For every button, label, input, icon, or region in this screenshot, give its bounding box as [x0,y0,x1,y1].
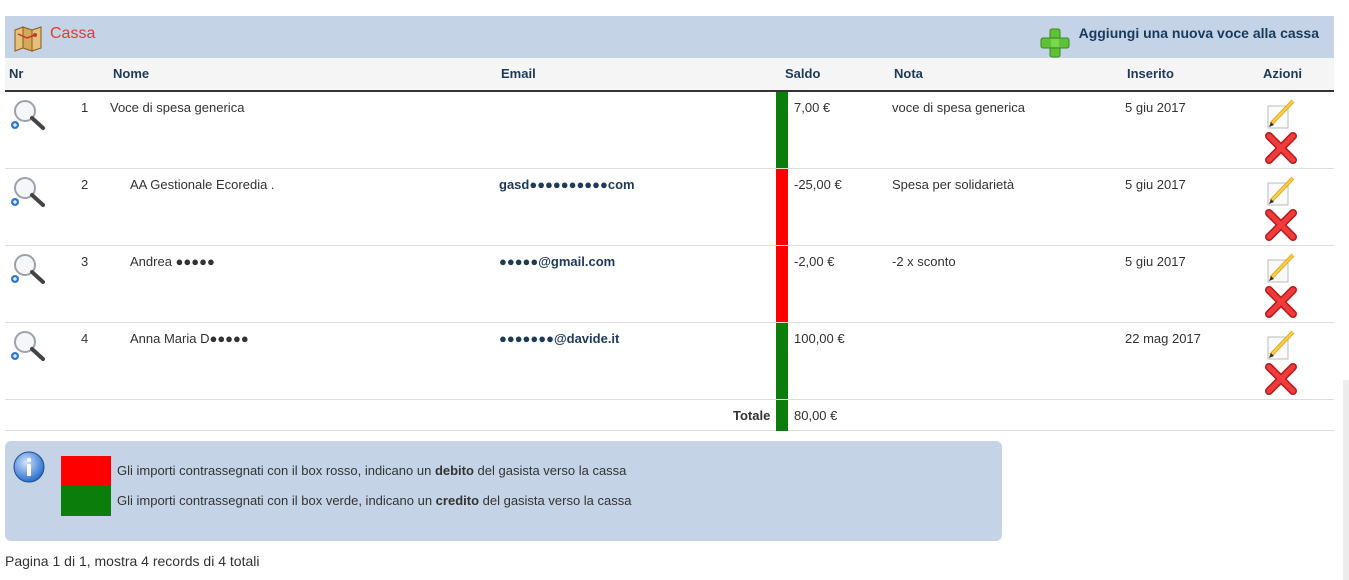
row-inserito: 5 giu 2017 [1125,177,1186,192]
row-nota: Spesa per solidarietà [892,177,1015,192]
row-nome: AA Gestionale Ecoredia . [130,177,275,192]
debit-color-swatch [61,456,111,486]
plus-icon [1040,28,1070,58]
row-saldo: -2,00 € [794,254,835,269]
row-email: ●●●●●@gmail.com [499,254,616,269]
table-header: Nr Nome Email Saldo Nota Inserito Azioni [5,58,1334,92]
page-title: Cassa [50,25,96,42]
saldo-status-bar [776,323,788,399]
map-icon [14,26,42,52]
column-azioni: Azioni [1263,66,1302,81]
add-entry-label: Aggiungi una nuova voce alla cassa [1078,25,1319,41]
row-nome: Anna Maria D●●●●● [130,331,249,346]
row-email: gasd●●●●●●●●●●com [499,177,635,192]
row-saldo: -25,00 € [794,177,842,192]
row-nr: 4 [81,331,89,346]
row-nome: Andrea ●●●●● [130,254,215,269]
delete-icon[interactable] [1264,132,1298,164]
legend-credit-text: Gli importi contrassegnati con il box ve… [117,493,632,508]
row-saldo: 7,00 € [794,100,831,115]
row-inserito: 5 giu 2017 [1125,254,1186,269]
legend-info-box: Gli importi contrassegnati con il box ro… [5,441,1002,541]
row-nr: 1 [81,100,89,115]
row-nota: voce di spesa generica [892,100,1025,115]
row-inserito: 22 mag 2017 [1125,331,1201,346]
section-header: Cassa Aggiungi una nuova voce alla cassa [5,16,1334,58]
row-nome: Voce di spesa generica [110,100,245,115]
column-saldo[interactable]: Saldo [785,66,820,81]
edit-icon[interactable] [1265,329,1297,361]
add-entry-button[interactable]: Aggiungi una nuova voce alla cassa [1039,21,1319,58]
delete-icon[interactable] [1264,209,1298,241]
page-scrollbar[interactable] [1343,380,1349,580]
totals-row: Totale 80,00 € [5,400,1334,431]
totals-label: Totale [733,408,771,423]
saldo-status-bar [776,92,788,168]
saldo-status-bar [776,400,788,431]
view-details-icon[interactable] [10,98,46,132]
column-inserito[interactable]: Inserito [1127,66,1174,81]
view-details-icon[interactable] [10,175,46,209]
saldo-status-bar [776,169,788,245]
view-details-icon[interactable] [10,329,46,363]
pagination-info: Pagina 1 di 1, mostra 4 records di 4 tot… [5,553,260,569]
table-row: 2 AA Gestionale Ecoredia . gasd●●●●●●●●●… [5,169,1334,246]
row-email: ●●●●●●●@davide.it [499,331,620,346]
credit-color-swatch [61,486,111,516]
column-nota[interactable]: Nota [894,66,923,81]
delete-icon[interactable] [1264,363,1298,395]
totals-value: 80,00 € [794,408,838,423]
info-icon [13,451,45,483]
edit-icon[interactable] [1265,252,1297,284]
table-row: 4 Anna Maria D●●●●● ●●●●●●●@davide.it 10… [5,323,1334,400]
edit-icon[interactable] [1265,175,1297,207]
row-nr: 2 [81,177,89,192]
saldo-status-bar [776,246,788,322]
view-details-icon[interactable] [10,252,46,286]
legend-debit-text: Gli importi contrassegnati con il box ro… [117,463,627,478]
table-row: 1 Voce di spesa generica 7,00 € voce di … [5,92,1334,169]
row-saldo: 100,00 € [794,331,845,346]
column-email[interactable]: Email [501,66,536,81]
delete-icon[interactable] [1264,286,1298,318]
column-nr[interactable]: Nr [9,66,23,81]
row-nr: 3 [81,254,89,269]
column-nome[interactable]: Nome [113,66,149,81]
table-row: 3 Andrea ●●●●● ●●●●●@gmail.com -2,00 € -… [5,246,1334,323]
row-nota: -2 x sconto [892,254,956,269]
edit-icon[interactable] [1265,98,1297,130]
row-inserito: 5 giu 2017 [1125,100,1186,115]
